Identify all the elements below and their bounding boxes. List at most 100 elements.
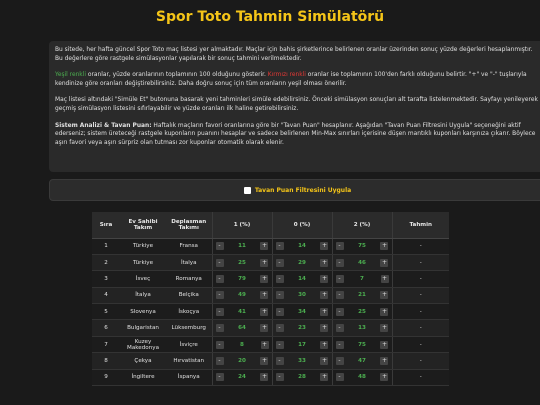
increase-button[interactable]: + (320, 356, 329, 365)
increase-button[interactable]: + (380, 291, 389, 300)
table-row: 8 Çekya Hırvatistan -20 + -33 + -47 + - (92, 352, 449, 370)
increase-button[interactable]: + (320, 274, 329, 283)
header-zero: 0 (%) (271, 212, 332, 239)
percent-value: 24 (238, 374, 246, 381)
decrease-button[interactable]: - (335, 242, 344, 251)
cell-no: 2 (92, 254, 120, 272)
increase-button[interactable]: + (380, 356, 389, 365)
increase-button[interactable]: + (260, 340, 269, 349)
increase-button[interactable]: + (320, 242, 329, 251)
decrease-button[interactable]: - (275, 242, 284, 251)
decrease-button[interactable]: - (275, 291, 284, 300)
cell-zero: - 17 + (271, 336, 332, 354)
tavan-puan-filter[interactable]: Tavan Puan Filtresini Uygula (49, 179, 540, 201)
decrease-button[interactable]: - (335, 324, 344, 333)
percent-value: 46 (358, 259, 366, 266)
increase-button[interactable]: + (320, 340, 329, 349)
cell-prediction: - (391, 238, 449, 255)
increase-button[interactable]: + (260, 274, 269, 283)
increase-button[interactable]: + (320, 258, 329, 267)
filter-checkbox[interactable] (243, 186, 251, 194)
decrease-button[interactable]: - (335, 274, 344, 283)
increase-button[interactable]: + (260, 242, 269, 251)
cell-no: 1 (92, 238, 120, 255)
decrease-button[interactable]: - (215, 324, 224, 333)
decrease-button[interactable]: - (215, 291, 224, 300)
increase-button[interactable]: + (260, 307, 269, 316)
increase-button[interactable]: + (380, 258, 389, 267)
table-row: 9 İngiltere İspanya -24 + -28 + -48 + - (92, 369, 449, 387)
increase-button[interactable]: + (380, 274, 389, 283)
percent-value: 14 (298, 243, 306, 250)
header-two: 2 (%) (331, 212, 392, 239)
decrease-button[interactable]: - (215, 307, 224, 316)
percent-value: 75 (358, 341, 366, 348)
percent-value: 25 (358, 308, 366, 315)
info-paragraph-simulate: Maç listesi altındaki "Simüle Et" butonu… (55, 97, 538, 112)
match-table: Sıra Ev Sahibi Takım Deplasman Takımı 1 … (92, 212, 449, 387)
decrease-button[interactable]: - (275, 258, 284, 267)
header-no: Sıra (92, 212, 120, 239)
decrease-button[interactable]: - (335, 356, 344, 365)
page-title: Spor Toto Tahmin Simülatörü (155, 9, 385, 25)
percent-value: 64 (238, 325, 246, 332)
decrease-button[interactable]: - (335, 340, 344, 349)
decrease-button[interactable]: - (275, 324, 284, 333)
cell-prediction: - (391, 254, 449, 272)
decrease-button[interactable]: - (335, 373, 344, 382)
increase-button[interactable]: + (380, 373, 389, 382)
decrease-button[interactable]: - (275, 307, 284, 316)
cell-two: - 21 + (331, 287, 392, 305)
increase-button[interactable]: + (260, 324, 269, 333)
increase-button[interactable]: + (380, 324, 389, 333)
cell-home: İsveç (120, 270, 166, 288)
table-row: 6 Bulgaristan Lüksemburg -64 + -23 + -13 + - (92, 319, 449, 337)
increase-button[interactable]: + (260, 373, 269, 382)
percent-value: 8 (240, 341, 244, 348)
cell-two: - 48 + (331, 369, 392, 387)
cell-zero: - 14 + (271, 238, 332, 255)
cell-prediction: - (391, 352, 449, 370)
decrease-button[interactable]: - (275, 356, 284, 365)
decrease-button[interactable]: - (215, 242, 224, 251)
increase-button[interactable]: + (320, 373, 329, 382)
increase-button[interactable]: + (320, 291, 329, 300)
cell-away: İskoçya (166, 303, 212, 321)
cell-one: - 8 + (211, 336, 272, 354)
increase-button[interactable]: + (320, 307, 329, 316)
cell-zero: - 28 + (271, 369, 332, 387)
percent-value: 7 (360, 275, 364, 282)
table-header-row: Sıra Ev Sahibi Takım Deplasman Takımı 1 … (92, 212, 449, 239)
cell-two: - 46 + (331, 254, 392, 272)
percent-value: 30 (298, 292, 306, 299)
increase-button[interactable]: + (320, 324, 329, 333)
cell-one: - 11 + (211, 238, 272, 255)
percent-value: 23 (298, 325, 306, 332)
increase-button[interactable]: + (380, 307, 389, 316)
decrease-button[interactable]: - (215, 258, 224, 267)
cell-away: Fransa (166, 238, 212, 255)
table-row: 1 Türkiye Fransa -11 + -14 + -75 + - (92, 238, 449, 255)
increase-button[interactable]: + (260, 356, 269, 365)
decrease-button[interactable]: - (275, 340, 284, 349)
table-row: 3 İsveç Romanya -79 + -14 + -7 + - (92, 270, 449, 288)
cell-zero: - 23 + (271, 319, 332, 337)
increase-button[interactable]: + (380, 242, 389, 251)
decrease-button[interactable]: - (275, 274, 284, 283)
header-away: Deplasman Takımı (166, 212, 212, 239)
increase-button[interactable]: + (260, 291, 269, 300)
decrease-button[interactable]: - (215, 356, 224, 365)
cell-no: 4 (92, 287, 120, 305)
decrease-button[interactable]: - (335, 258, 344, 267)
decrease-button[interactable]: - (275, 373, 284, 382)
decrease-button[interactable]: - (335, 307, 344, 316)
decrease-button[interactable]: - (215, 373, 224, 382)
increase-button[interactable]: + (380, 340, 389, 349)
cell-away: İspanya (166, 369, 212, 387)
decrease-button[interactable]: - (335, 291, 344, 300)
decrease-button[interactable]: - (215, 340, 224, 349)
decrease-button[interactable]: - (215, 274, 224, 283)
increase-button[interactable]: + (260, 258, 269, 267)
percent-value: 29 (298, 259, 306, 266)
info-panel: Bu sitede, her hafta güncel Spor Toto ma… (49, 41, 540, 172)
